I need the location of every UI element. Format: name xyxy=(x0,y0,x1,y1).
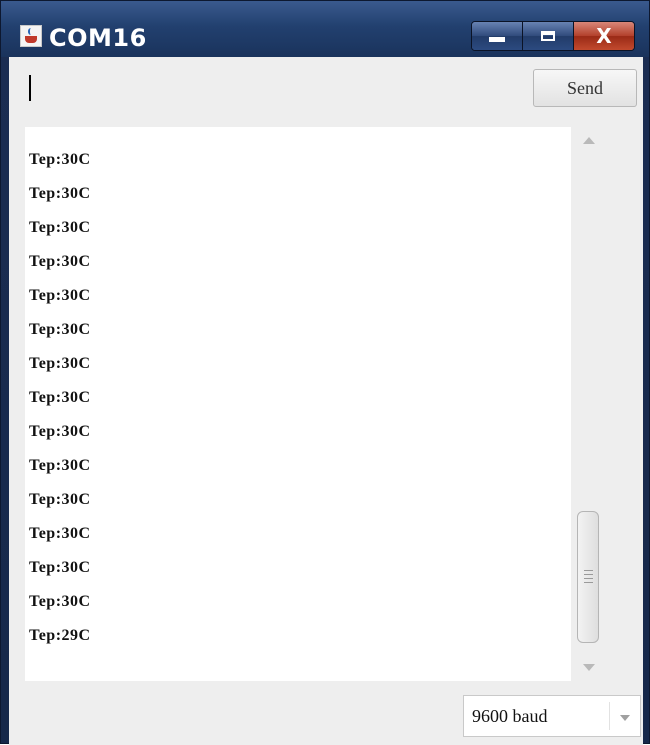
log-line: Tep:30C xyxy=(29,151,91,168)
scroll-thumb[interactable] xyxy=(577,511,599,643)
baud-rate-select[interactable]: 9600 baud xyxy=(463,695,641,737)
log-line: Tep:30C xyxy=(29,185,91,202)
log-line: Tep:30C xyxy=(29,389,91,406)
chevron-down-icon[interactable] xyxy=(620,715,630,721)
log-line: Tep:30C xyxy=(29,559,91,576)
log-line: Tep:30C xyxy=(29,423,91,440)
log-line: Tep:30C xyxy=(29,593,91,610)
client-area: Send Tep:30C Tep:30C Tep:30C Tep:30C Tep:30C… xyxy=(9,57,643,745)
window-controls: X xyxy=(471,21,635,51)
baud-rate-value: 9600 baud xyxy=(472,706,548,726)
log-line: Tep:29C xyxy=(29,627,91,644)
minimize-icon xyxy=(489,36,505,42)
title-bar[interactable]: COM16 X xyxy=(1,1,649,57)
maximize-button[interactable] xyxy=(522,22,573,50)
text-caret xyxy=(29,75,31,101)
log-line: Tep:30C xyxy=(29,219,91,236)
close-button[interactable]: X xyxy=(573,22,634,50)
send-input[interactable] xyxy=(25,69,529,109)
log-line: Tep:30C xyxy=(29,287,91,304)
log-line: Tep:30C xyxy=(29,253,91,270)
send-button[interactable]: Send xyxy=(533,69,637,107)
input-row: Send xyxy=(9,57,643,119)
scroll-down-arrow-icon[interactable] xyxy=(583,664,595,671)
window-title: COM16 xyxy=(49,24,147,52)
log-line: Tep:30C xyxy=(29,491,91,508)
minimize-button[interactable] xyxy=(472,22,522,50)
log-line: Tep:30C xyxy=(29,321,91,338)
log-line: Tep:30C xyxy=(29,457,91,474)
scroll-up-arrow-icon[interactable] xyxy=(583,137,595,144)
log-list: Tep:30C Tep:30C Tep:30C Tep:30C Tep:30C Tep:3… xyxy=(25,127,571,653)
close-icon: X xyxy=(596,24,612,48)
vertical-scrollbar[interactable] xyxy=(571,127,609,681)
java-cup-icon xyxy=(20,25,42,47)
maximize-icon xyxy=(541,31,555,41)
serial-output[interactable]: Tep:30C Tep:30C Tep:30C Tep:30C Tep:30C Tep:3… xyxy=(25,127,571,681)
serial-monitor-window: COM16 X Send Tep:30C Tep:30C Tep:30C Tep:30… xyxy=(0,0,650,745)
log-line: Tep:30C xyxy=(29,525,91,542)
log-line: Tep:30C xyxy=(29,355,91,372)
